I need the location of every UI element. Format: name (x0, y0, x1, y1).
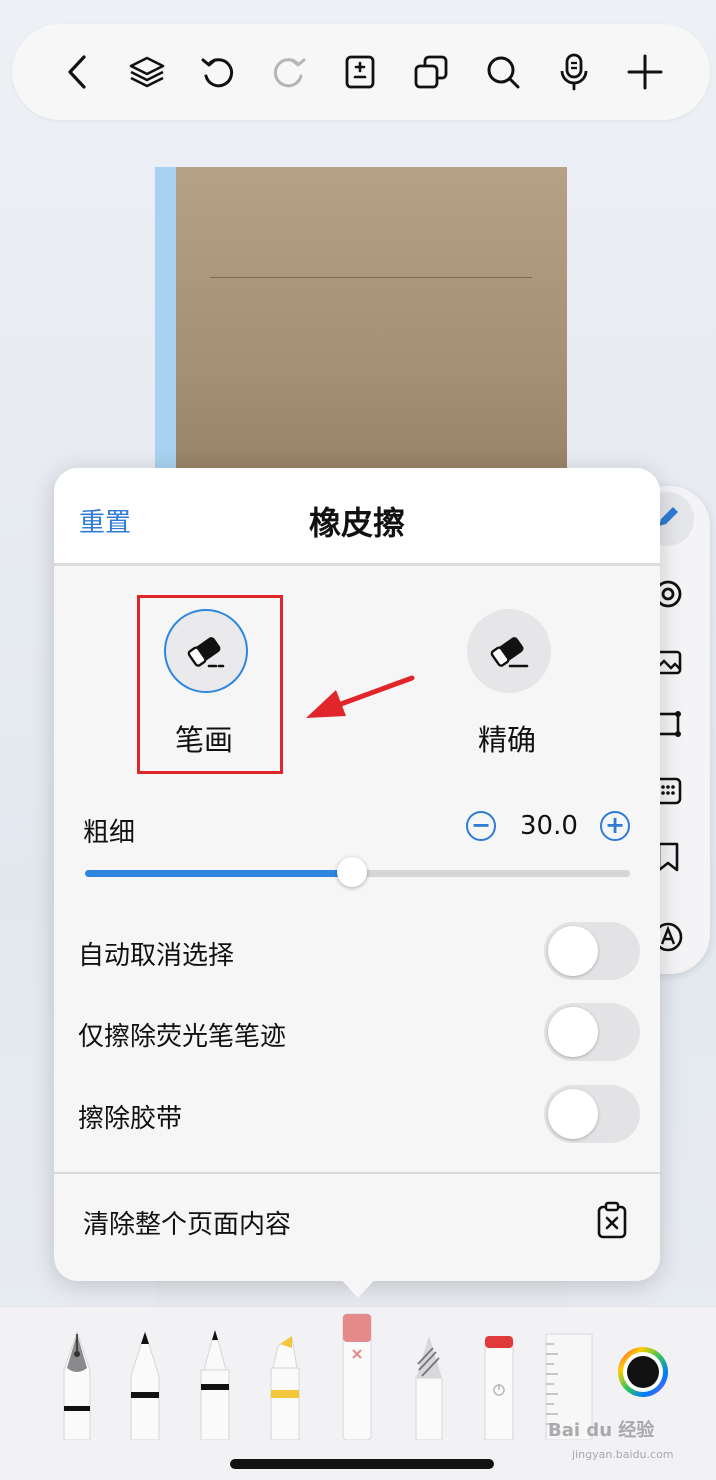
fineliner-pen-tool[interactable] (188, 1310, 242, 1441)
precise-eraser-label: 精确 (478, 723, 537, 757)
thickness-increase-button[interactable]: + (600, 811, 630, 841)
page-rule-line (210, 277, 532, 278)
eraser-precise-icon (490, 637, 529, 668)
fountain-pen-tool[interactable] (50, 1310, 104, 1441)
watermark-url: jingyan.baidu.com (572, 1448, 674, 1461)
clear-page-button[interactable]: 清除整个页面内容 (83, 1204, 291, 1241)
ballpoint-pen-tool[interactable] (118, 1310, 172, 1441)
erase-tape-toggle[interactable] (544, 1085, 640, 1143)
toggle-knob (548, 1089, 598, 1139)
thickness-label: 粗细 (83, 818, 136, 848)
page-cover-image (176, 167, 567, 469)
thickness-decrease-button[interactable]: − (466, 811, 496, 841)
toggle-knob (548, 1007, 598, 1057)
page-document-icon[interactable] (338, 50, 382, 94)
popover-arrow (338, 1276, 378, 1298)
popover-title: 橡皮擦 (308, 504, 405, 542)
brush-pen-tool[interactable] (472, 1310, 526, 1441)
erase-highlighter-only-label: 仅擦除荧光笔笔迹 (78, 1022, 287, 1052)
color-picker-icon[interactable] (615, 1344, 671, 1400)
duplicate-pages-icon[interactable] (409, 50, 453, 94)
back-chevron-icon[interactable] (56, 50, 100, 94)
annotation-highlight-box (137, 595, 283, 774)
watermark-brand: Bai du 经验 (548, 1420, 655, 1441)
redo-icon[interactable] (267, 50, 311, 94)
popover-header: 重置 橡皮擦 (54, 468, 660, 566)
home-indicator (230, 1459, 494, 1469)
eraser-popover: 重置 橡皮擦 笔画 精确 粗细 − 30.0 + 自动取消选择 仅擦除荧光笔笔迹… (54, 468, 660, 1281)
thickness-slider-thumb[interactable] (337, 857, 367, 887)
auto-deselect-toggle[interactable] (544, 922, 640, 980)
microphone-icon[interactable] (552, 50, 596, 94)
annotation-arrow-icon (306, 675, 415, 718)
search-icon[interactable] (481, 50, 525, 94)
auto-deselect-label: 自动取消选择 (78, 941, 235, 971)
thickness-slider-fill (85, 870, 352, 877)
top-toolbar (12, 24, 710, 120)
pencil-tool[interactable] (402, 1310, 456, 1441)
clear-clipboard-icon[interactable] (592, 1200, 632, 1240)
highlighter-tool[interactable] (258, 1310, 312, 1441)
section-divider (54, 1172, 660, 1174)
undo-icon[interactable] (196, 50, 240, 94)
layers-icon[interactable] (125, 50, 169, 94)
thickness-value: 30.0 (520, 811, 578, 841)
erase-tape-label: 擦除胶带 (78, 1104, 183, 1134)
erase-highlighter-only-toggle[interactable] (544, 1003, 640, 1061)
page-spine (155, 167, 176, 469)
precise-eraser-option[interactable] (467, 609, 551, 693)
add-icon[interactable] (623, 50, 667, 94)
toggle-knob (548, 926, 598, 976)
eraser-tool[interactable] (330, 1310, 384, 1441)
